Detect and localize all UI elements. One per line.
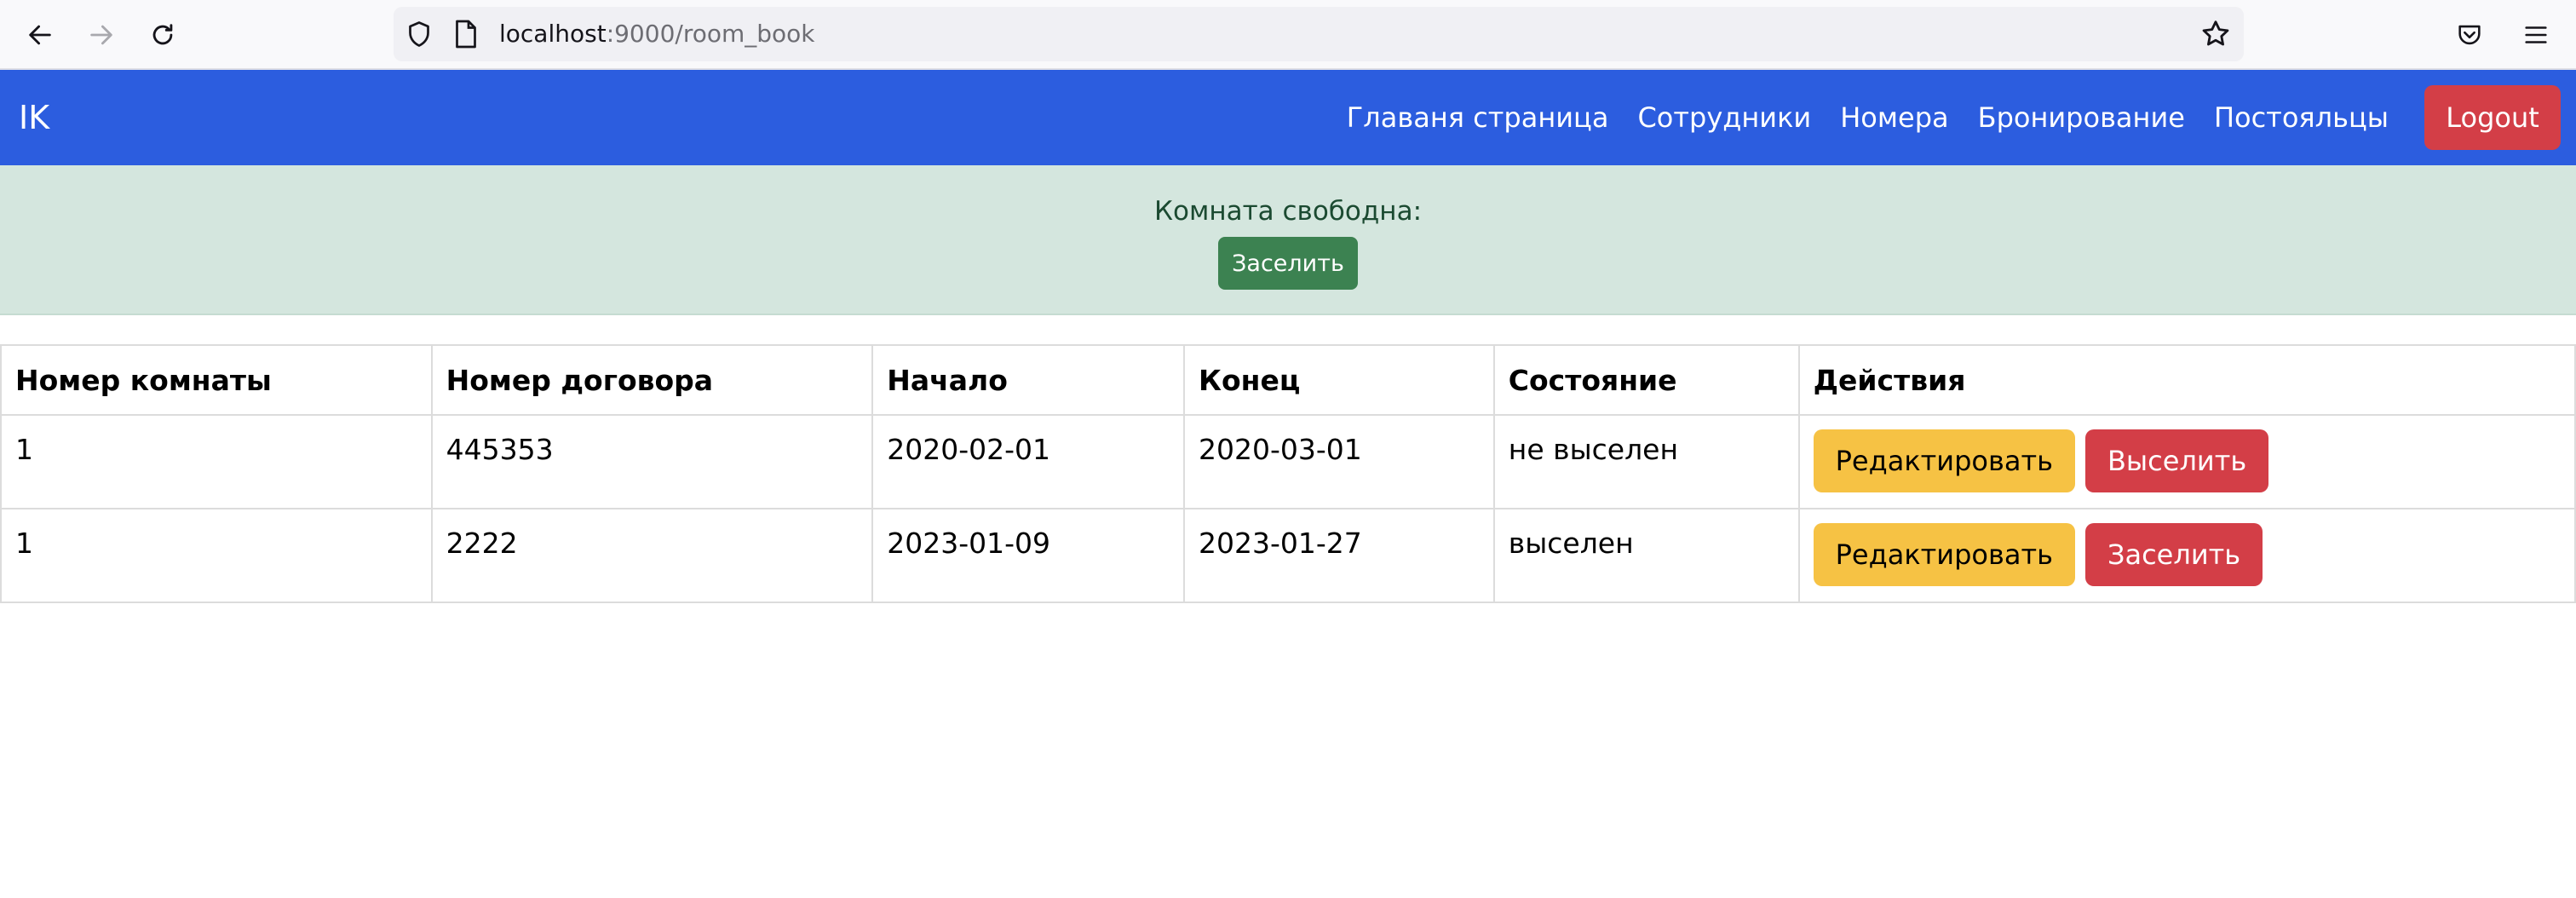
cell-contract: 445353	[430, 414, 874, 509]
room-free-alert: Комната свободна: Заселить	[0, 165, 2576, 315]
reload-icon	[152, 24, 173, 45]
nav-link-employees[interactable]: Сотрудники	[1637, 101, 1811, 134]
cell-room: 1	[0, 414, 433, 509]
header-room-number: Номер комнаты	[0, 344, 433, 416]
url-path: :9000/room_book	[606, 20, 815, 48]
table-row: 1 445353 2020-02-01 2020-03-01 не выселе…	[0, 414, 2576, 509]
forward-arrow-icon	[90, 25, 112, 45]
header-actions: Действия	[1797, 344, 2576, 416]
edit-button[interactable]: Редактировать	[1813, 523, 2075, 586]
cell-start: 2020-02-01	[871, 414, 1186, 509]
cell-state: не выселен	[1492, 414, 1800, 509]
alert-message: Комната свободна:	[1153, 196, 1423, 227]
url-text: localhost:9000/room_book	[499, 7, 815, 61]
brand-logo[interactable]: IK	[19, 70, 49, 165]
bookings-table: Номер комнаты Номер договора Начало Коне…	[0, 344, 2576, 603]
shield-icon[interactable]	[404, 19, 434, 49]
browser-toolbar: localhost:9000/room_book	[0, 0, 2576, 70]
nav-links: Главаня страница Сотрудники Номера Брони…	[1318, 70, 2389, 165]
header-contract-number: Номер договора	[430, 344, 874, 416]
header-end: Конец	[1183, 344, 1495, 416]
pocket-icon	[2458, 25, 2481, 45]
cell-end: 2020-03-01	[1183, 414, 1495, 509]
pocket-button[interactable]	[2448, 14, 2491, 56]
check-in-button[interactable]: Заселить	[2084, 523, 2263, 586]
nav-link-booking[interactable]: Бронирование	[1978, 101, 2185, 134]
url-host: localhost	[499, 20, 607, 48]
cell-end: 2023-01-27	[1183, 508, 1495, 603]
cell-room: 1	[0, 508, 433, 603]
forward-button[interactable]	[80, 14, 123, 56]
reload-button[interactable]	[141, 14, 184, 56]
cell-actions: Редактировать Заселить	[1797, 508, 2576, 603]
edit-button[interactable]: Редактировать	[1813, 429, 2075, 492]
cell-start: 2023-01-09	[871, 508, 1186, 603]
back-arrow-icon	[29, 25, 51, 45]
bookmark-star-icon[interactable]	[2199, 18, 2232, 50]
app-navbar: IK Главаня страница Сотрудники Номера Бр…	[0, 70, 2576, 165]
table-header-row: Номер комнаты Номер договора Начало Коне…	[0, 344, 2576, 416]
nav-link-home[interactable]: Главаня страница	[1347, 101, 1609, 134]
nav-link-rooms[interactable]: Номера	[1840, 101, 1948, 134]
evict-button[interactable]: Выселить	[2084, 429, 2269, 492]
address-bar[interactable]: localhost:9000/room_book	[394, 7, 2244, 61]
back-button[interactable]	[19, 14, 61, 56]
header-start: Начало	[871, 344, 1186, 416]
cell-state: выселен	[1492, 508, 1800, 603]
header-state: Состояние	[1492, 344, 1800, 416]
hamburger-menu-icon	[2525, 26, 2547, 43]
cell-contract: 2222	[430, 508, 874, 603]
table-row: 1 2222 2023-01-09 2023-01-27 выселен Ред…	[0, 508, 2576, 603]
cell-actions: Редактировать Выселить	[1797, 414, 2576, 509]
settle-button[interactable]: Заселить	[1218, 237, 1358, 290]
nav-link-guests[interactable]: Постояльцы	[2214, 101, 2389, 134]
logout-button[interactable]: Logout	[2424, 85, 2561, 150]
menu-button[interactable]	[2515, 14, 2557, 56]
page-icon	[456, 20, 476, 49]
